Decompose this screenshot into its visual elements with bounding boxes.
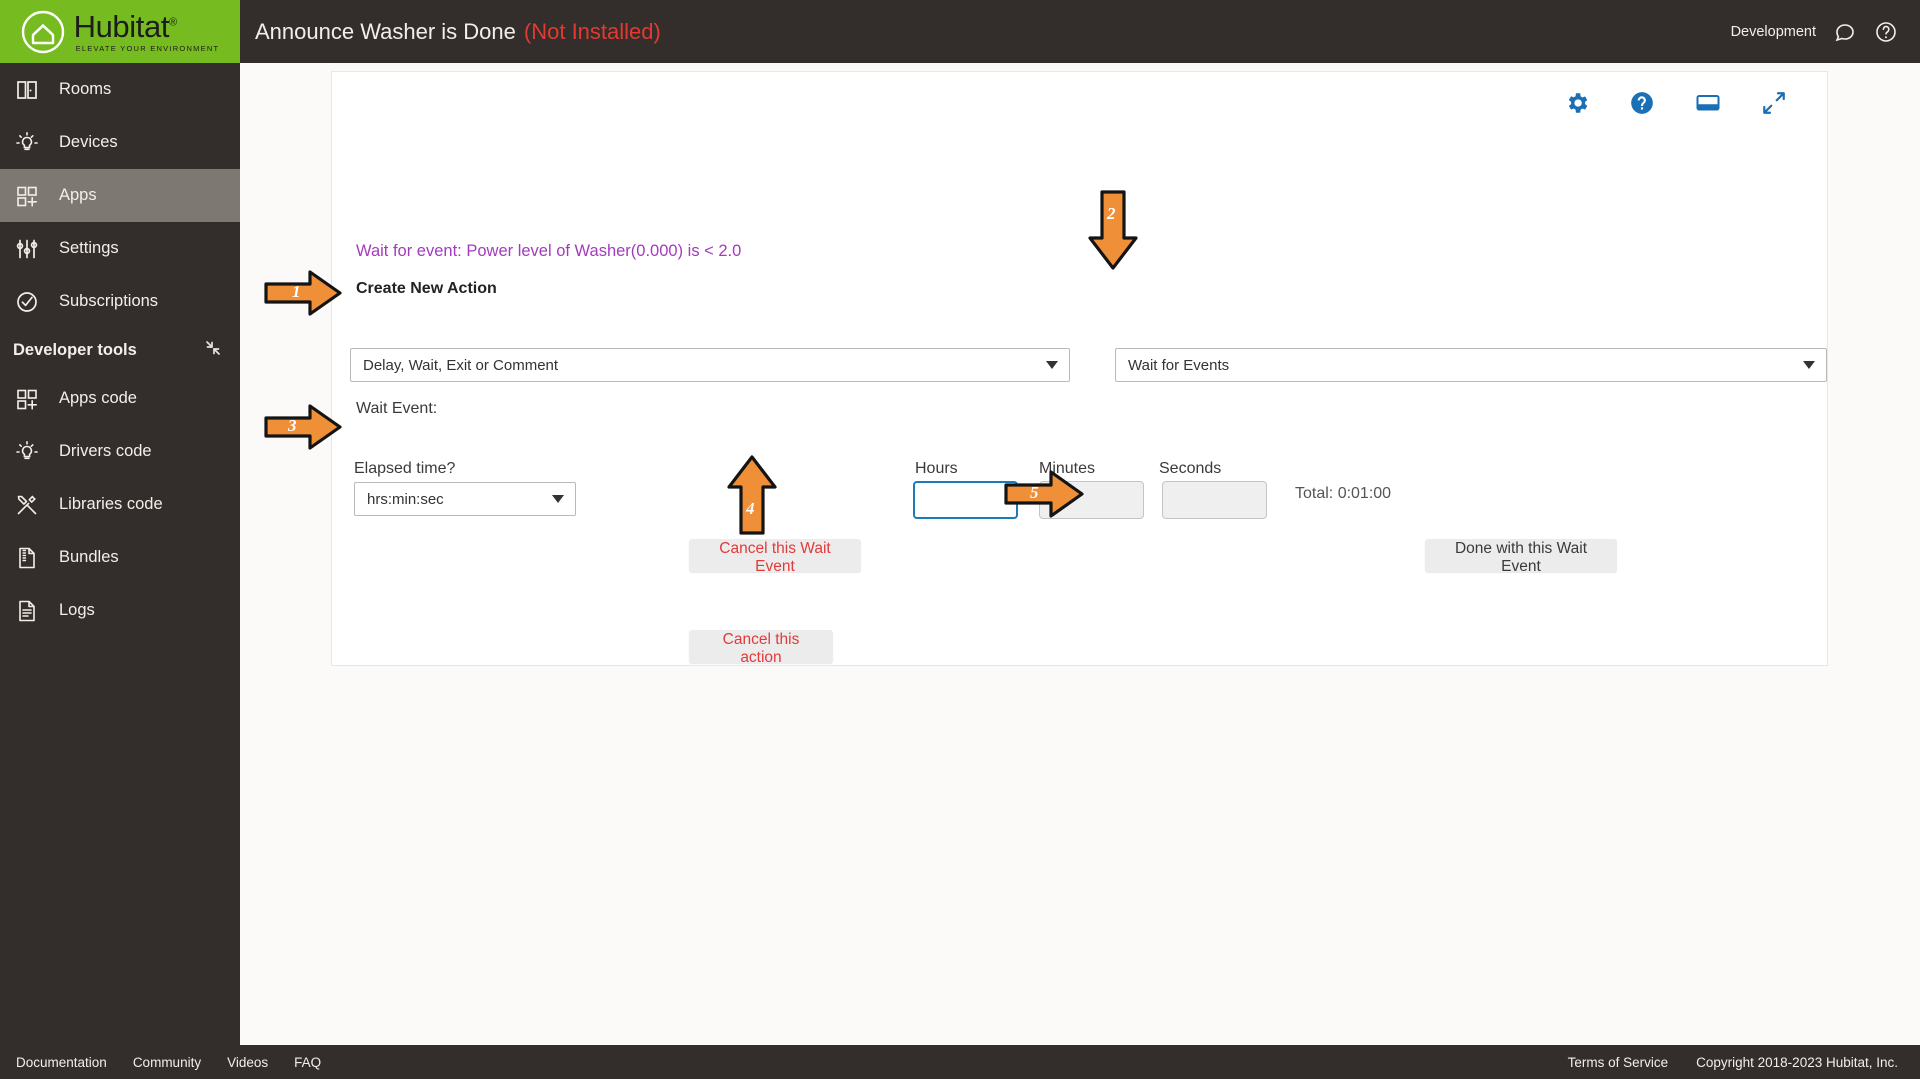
minutes-label: Minutes <box>1039 460 1096 477</box>
brand-tagline: ELEVATE YOUR ENVIRONMENT <box>75 43 220 53</box>
sidebar-item-label: Settings <box>59 239 119 257</box>
brand-name: Hubitat <box>73 8 170 44</box>
seconds-label: Seconds <box>1159 460 1222 477</box>
cancel-action-button[interactable]: Cancel this action <box>689 630 833 666</box>
drivers-code-icon <box>13 438 41 466</box>
section-title: Developer tools <box>13 340 137 359</box>
hubitat-app-window: Hubitat® ELEVATE YOUR ENVIRONMENT Announ… <box>0 0 1920 1079</box>
environment-label: Development <box>1730 23 1816 40</box>
logs-icon <box>13 597 41 625</box>
sidebar-item-label: Libraries code <box>59 495 163 513</box>
rooms-icon <box>13 76 41 104</box>
chevron-down-icon <box>1046 361 1058 369</box>
page-title: Announce Washer is Done (Not Installed) <box>240 0 1731 63</box>
footer: Documentation Community Videos FAQ Terms… <box>0 1045 1920 1079</box>
hours-input[interactable] <box>913 481 1018 519</box>
wait-event-label: Wait Event: <box>356 400 438 417</box>
footer-link-community[interactable]: Community <box>133 1055 201 1070</box>
chevron-down-icon <box>552 495 564 503</box>
action-type-select-value: Delay, Wait, Exit or Comment <box>363 356 559 374</box>
card-toolbar <box>1564 90 1787 116</box>
sidebar-item-logs[interactable]: Logs <box>0 584 240 637</box>
sidebar-item-label: Bundles <box>59 548 119 566</box>
sidebar: Rooms Devices Apps Settings Subscription… <box>0 63 240 1079</box>
footer-link-videos[interactable]: Videos <box>227 1055 268 1070</box>
footer-link-terms[interactable]: Terms of Service <box>1568 1055 1669 1070</box>
cancel-wait-event-button[interactable]: Cancel this Wait Event <box>689 539 861 575</box>
hours-label: Hours <box>915 460 958 477</box>
chevron-down-icon <box>1803 361 1815 369</box>
action-editor-card: Wait for event: Power level of Washer(0.… <box>331 71 1828 666</box>
bundles-icon <box>13 544 41 572</box>
sidebar-item-settings[interactable]: Settings <box>0 222 240 275</box>
apps-icon <box>13 182 41 210</box>
done-wait-event-button[interactable]: Done with this Wait Event <box>1425 539 1617 575</box>
sidebar-item-label: Apps <box>59 186 97 204</box>
elapsed-format-select[interactable]: hrs:min:sec <box>354 482 576 516</box>
sidebar-item-label: Rooms <box>59 80 112 98</box>
developer-tools-section[interactable]: Developer tools <box>0 328 240 372</box>
sidebar-item-label: Apps code <box>59 389 137 407</box>
sidebar-item-apps-code[interactable]: Apps code <box>0 372 240 425</box>
footer-legal: Terms of Service Copyright 2018-2023 Hub… <box>1568 1055 1898 1070</box>
devices-icon <box>13 129 41 157</box>
sidebar-item-apps[interactable]: Apps <box>0 169 240 222</box>
hubitat-house-icon <box>21 10 65 54</box>
main-content: Wait for event: Power level of Washer(0.… <box>240 63 1920 1079</box>
gear-icon[interactable] <box>1564 90 1590 116</box>
elapsed-format-select-value: hrs:min:sec <box>367 490 444 508</box>
settings-icon <box>13 235 41 263</box>
create-new-action-heading: Create New Action <box>356 280 497 297</box>
wait-type-select[interactable]: Wait for Events <box>1115 348 1827 382</box>
wait-type-select-value: Wait for Events <box>1128 356 1230 374</box>
apps-code-icon <box>13 385 41 413</box>
sidebar-item-label: Devices <box>59 133 118 151</box>
sidebar-item-devices[interactable]: Devices <box>0 116 240 169</box>
display-icon[interactable] <box>1694 90 1722 116</box>
wait-event-summary: Wait for event: Power level of Washer(0.… <box>356 242 742 260</box>
topbar-actions: Development <box>1731 0 1920 63</box>
elapsed-time-label: Elapsed time? <box>354 460 456 477</box>
sidebar-item-subscriptions[interactable]: Subscriptions <box>0 275 240 328</box>
seconds-input[interactable] <box>1162 481 1267 519</box>
footer-copyright: Copyright 2018-2023 Hubitat, Inc. <box>1696 1054 1898 1070</box>
sidebar-item-label: Logs <box>59 601 95 619</box>
action-type-select[interactable]: Delay, Wait, Exit or Comment <box>350 348 1070 382</box>
brand-registered: ® <box>169 16 177 29</box>
libraries-code-icon <box>13 491 41 519</box>
sidebar-item-libraries-code[interactable]: Libraries code <box>0 478 240 531</box>
sidebar-item-drivers-code[interactable]: Drivers code <box>0 425 240 478</box>
top-bar: Hubitat® ELEVATE YOUR ENVIRONMENT Announ… <box>0 0 1920 63</box>
expand-icon[interactable] <box>1761 90 1787 116</box>
collapse-icon[interactable] <box>204 339 222 362</box>
footer-links: Documentation Community Videos FAQ <box>16 1055 321 1070</box>
sidebar-item-bundles[interactable]: Bundles <box>0 531 240 584</box>
not-installed-badge: (Not Installed) <box>523 18 661 44</box>
sidebar-item-rooms[interactable]: Rooms <box>0 63 240 116</box>
help-icon[interactable] <box>1874 20 1898 44</box>
footer-link-documentation[interactable]: Documentation <box>16 1055 107 1070</box>
chat-bubble-icon[interactable] <box>1833 20 1857 44</box>
hubitat-logo[interactable]: Hubitat® ELEVATE YOUR ENVIRONMENT <box>0 0 240 63</box>
footer-link-faq[interactable]: FAQ <box>294 1055 321 1070</box>
sidebar-item-label: Subscriptions <box>59 292 159 310</box>
help-circle-icon[interactable] <box>1629 90 1655 116</box>
minutes-input[interactable] <box>1039 481 1144 519</box>
total-duration-text: Total: 0:01:00 <box>1295 485 1392 502</box>
sidebar-item-label: Drivers code <box>59 442 152 460</box>
subscriptions-icon <box>13 288 41 316</box>
page-title-text: Announce Washer is Done <box>255 18 516 44</box>
